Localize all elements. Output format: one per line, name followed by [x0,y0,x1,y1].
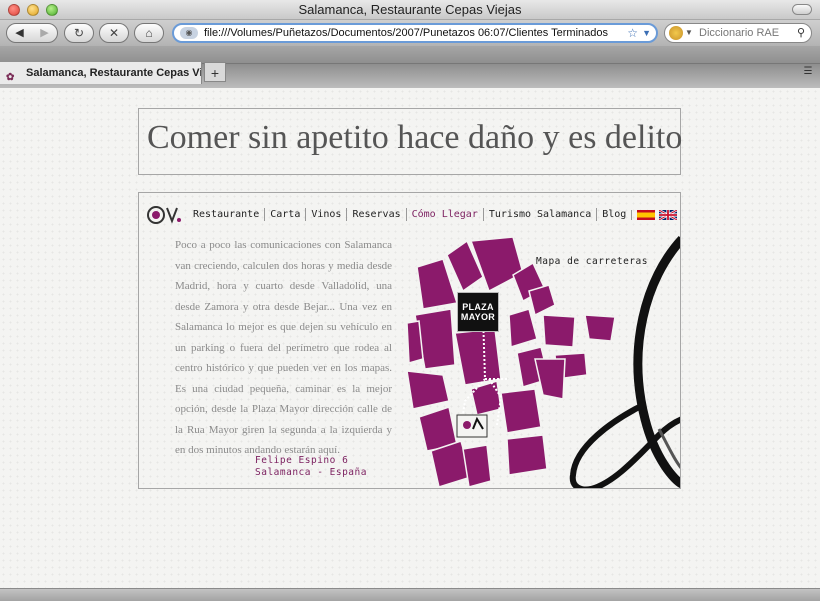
search-placeholder: Diccionario RAE [699,27,780,39]
page-content: Comer sin apetito hace daño y es delito … [0,88,820,588]
site-frame: Restaurante Carta Vinos Reservas Cómo Ll… [138,192,681,489]
search-engine-dropdown-icon[interactable]: ▼ [685,24,693,42]
nav-item-turismo[interactable]: Turismo Salamanca [482,208,596,221]
bookmark-star-icon[interactable]: ☆ [627,25,638,41]
navigation-toolbar: ◀ ▶ ↻ ✕ ⌂ ◉ file:///Volumes/Puñetazos/Do… [0,20,820,46]
url-dropdown-icon[interactable]: ▼ [642,25,651,41]
toolbar-toggle-button[interactable] [792,4,812,15]
nav-item-vinos[interactable]: Vinos [305,208,346,221]
reload-button[interactable]: ↻ [64,23,94,43]
search-engine-icon[interactable] [669,26,683,40]
stop-icon: ✕ [108,26,120,40]
new-tab-button[interactable]: + [204,62,226,82]
url-bar[interactable]: ◉ file:///Volumes/Puñetazos/Documentos/2… [172,23,658,43]
nav-item-restaurante[interactable]: Restaurante [191,208,264,221]
search-icon[interactable]: ⚲ [797,24,805,42]
forward-arrow-icon: ▶ [40,27,49,39]
nav-item-blog[interactable]: Blog [596,208,631,221]
directions-text: Poco a poco las comunicaciones con Salam… [175,239,392,456]
road-map-link[interactable]: Mapa de carreteras [536,256,648,267]
zoom-window-button[interactable] [46,4,58,16]
forward-button[interactable]: ▶ [32,24,57,42]
minimize-window-button[interactable] [27,4,39,16]
home-icon: ⌂ [145,26,153,40]
home-button[interactable]: ⌂ [134,23,164,43]
nav-item-reservas[interactable]: Reservas [346,208,405,221]
plus-icon: + [210,65,220,81]
page-headline: Comer sin apetito hace daño y es delito [147,119,683,156]
address-city: Salamanca - España [255,467,367,478]
plaza-label-line2: MAYOR [460,312,496,322]
window-title: Salamanca, Restaurante Cepas Viejas [298,2,522,17]
spanish-flag-icon[interactable] [637,209,656,220]
nav-item-carta[interactable]: Carta [264,208,305,221]
list-all-tabs-button[interactable]: ☰ [800,64,816,80]
language-flags [631,209,678,220]
plaza-label-line1: PLAZA [462,302,494,312]
plaza-mayor-label: PLAZA MAYOR [457,292,499,332]
status-bar [0,588,820,601]
reload-icon: ↻ [73,26,85,40]
cepas-viejas-logo[interactable] [147,204,183,226]
address-street: Felipe Espino 6 [255,455,349,466]
nav-item-como-llegar[interactable]: Cómo Llegar [405,208,483,221]
site-identity-icon[interactable]: ◉ [180,27,198,39]
city-map[interactable] [405,229,681,489]
tab-favicon-icon: ✿ [6,72,15,83]
headline-frame: Comer sin apetito hace daño y es delito [138,108,683,175]
stop-button[interactable]: ✕ [99,23,129,43]
window-controls [8,4,58,16]
address: Felipe Espino 6 Salamanca - España [255,455,367,479]
search-box[interactable]: ▼ Diccionario RAE ⚲ [664,23,812,43]
back-forward-group: ◀ ▶ [6,23,58,43]
tab-label: Salamanca, Restaurante Cepas Vie... [26,67,202,79]
close-window-button[interactable] [8,4,20,16]
tab-strip: ✿ Salamanca, Restaurante Cepas Vie... + … [0,46,820,84]
menu-icon: ☰ [803,66,813,77]
title-bar: Salamanca, Restaurante Cepas Viejas [0,0,820,20]
tab-active[interactable]: ✿ Salamanca, Restaurante Cepas Vie... [0,62,202,84]
url-text: file:///Volumes/Puñetazos/Documentos/200… [204,27,608,39]
uk-flag-icon[interactable] [659,209,678,220]
back-arrow-icon: ◀ [15,27,24,39]
site-nav: Restaurante Carta Vinos Reservas Cómo Ll… [191,208,678,221]
back-button[interactable]: ◀ [7,24,32,42]
